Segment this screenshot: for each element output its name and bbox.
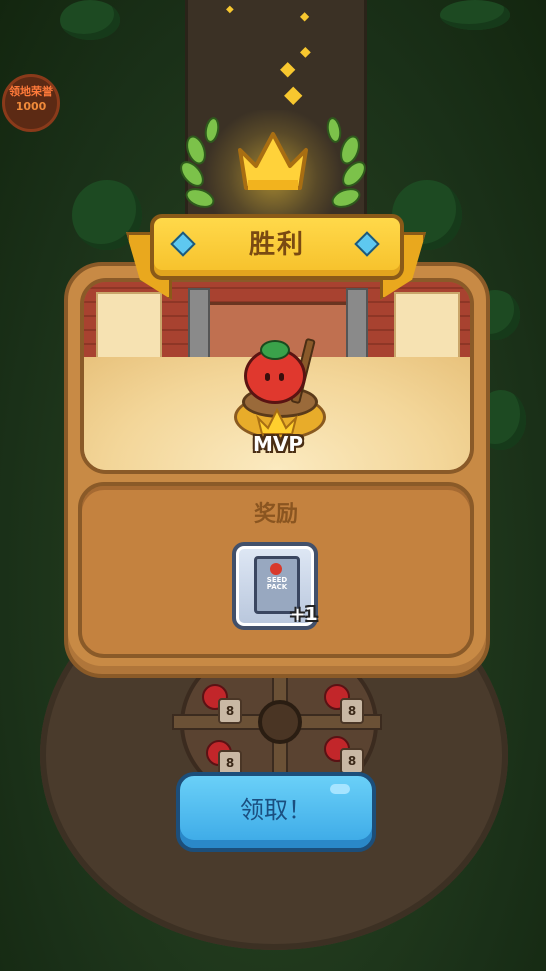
sparkle-icon: ◆ [284, 80, 303, 108]
victory-title: 胜利 [248, 230, 305, 260]
tree [60, 0, 120, 40]
lock-icon: 8 [218, 698, 242, 724]
sparkle-icon: ◆ [226, 4, 234, 15]
rewards-title: 奖励 [253, 502, 298, 527]
arena-banner [96, 292, 162, 364]
tree [440, 0, 510, 30]
arena-banner [394, 292, 460, 364]
sparkle-icon: ◆ [300, 44, 311, 60]
eye [279, 373, 284, 381]
sparkle-icon: ◆ [300, 9, 310, 23]
stone-pillar [346, 288, 368, 362]
territory-honor-badge[interactable]: 领地荣誉 1000 [2, 74, 60, 132]
seed-pack-label: SEED PACK [266, 576, 288, 591]
lock-icon: 8 [340, 748, 364, 774]
lock-icon: 8 [340, 698, 364, 724]
crown-icon [238, 132, 308, 190]
badge-title: 领地荣誉 [9, 85, 53, 98]
sparkle-icon: ◆ [280, 56, 296, 80]
tomato-leaf-icon [260, 340, 290, 360]
reward-count: +1 [290, 604, 318, 625]
stone-pillar [188, 288, 210, 362]
badge-number: 1000 [15, 100, 47, 113]
mvp-label: MVP [252, 432, 304, 456]
claim-button-label: 领取！ [240, 796, 312, 824]
arena-scene: MVP [80, 278, 474, 474]
packet-tomato [270, 563, 282, 575]
wheel-hub [258, 700, 302, 744]
eye [265, 373, 270, 381]
